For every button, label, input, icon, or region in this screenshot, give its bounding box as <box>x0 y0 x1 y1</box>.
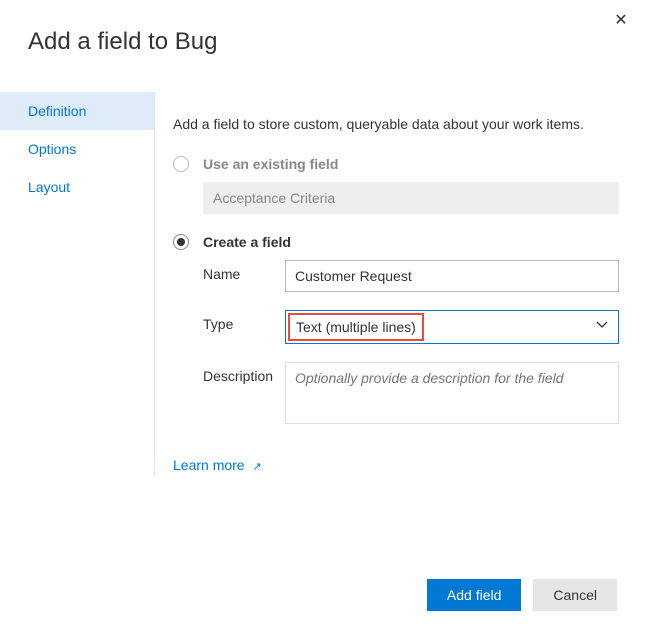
close-icon: ✕ <box>614 10 627 30</box>
main-panel: Add a field to store custom, queryable d… <box>155 92 645 475</box>
type-label: Type <box>203 310 285 332</box>
learn-more-text: Learn more <box>173 457 245 473</box>
radio-use-existing[interactable] <box>173 156 189 172</box>
cancel-button[interactable]: Cancel <box>533 579 617 611</box>
type-select[interactable]: Text (multiple lines) <box>285 310 619 344</box>
content: Definition Options Layout Add a field to… <box>0 92 645 475</box>
description-label: Description <box>203 362 285 384</box>
tab-options[interactable]: Options <box>0 130 154 168</box>
external-link-icon: ↗ <box>252 461 261 473</box>
add-field-button[interactable]: Add field <box>427 579 521 611</box>
close-button[interactable]: ✕ <box>609 8 633 32</box>
learn-more: Learn more ↗ <box>173 457 619 475</box>
name-input[interactable] <box>285 260 619 292</box>
radio-create-field[interactable] <box>173 234 189 250</box>
chevron-down-icon <box>596 318 608 336</box>
type-value: Text (multiple lines) <box>288 313 424 341</box>
footer: Add field Cancel <box>427 579 617 611</box>
create-label: Create a field <box>203 234 291 250</box>
tab-layout[interactable]: Layout <box>0 168 154 206</box>
existing-field-section: Use an existing field Acceptance Criteri… <box>173 156 619 214</box>
name-label: Name <box>203 260 285 282</box>
intro-text: Add a field to store custom, queryable d… <box>173 116 619 132</box>
create-field-section: Create a field Name Type Text (multiple … <box>173 234 619 429</box>
sidebar: Definition Options Layout <box>0 92 155 475</box>
description-input[interactable] <box>285 362 619 424</box>
tab-definition[interactable]: Definition <box>0 92 154 130</box>
dialog-title: Add a field to Bug <box>0 0 645 56</box>
existing-label: Use an existing field <box>203 156 338 172</box>
learn-more-link[interactable]: Learn more ↗ <box>173 457 262 473</box>
existing-field-value: Acceptance Criteria <box>203 182 619 214</box>
